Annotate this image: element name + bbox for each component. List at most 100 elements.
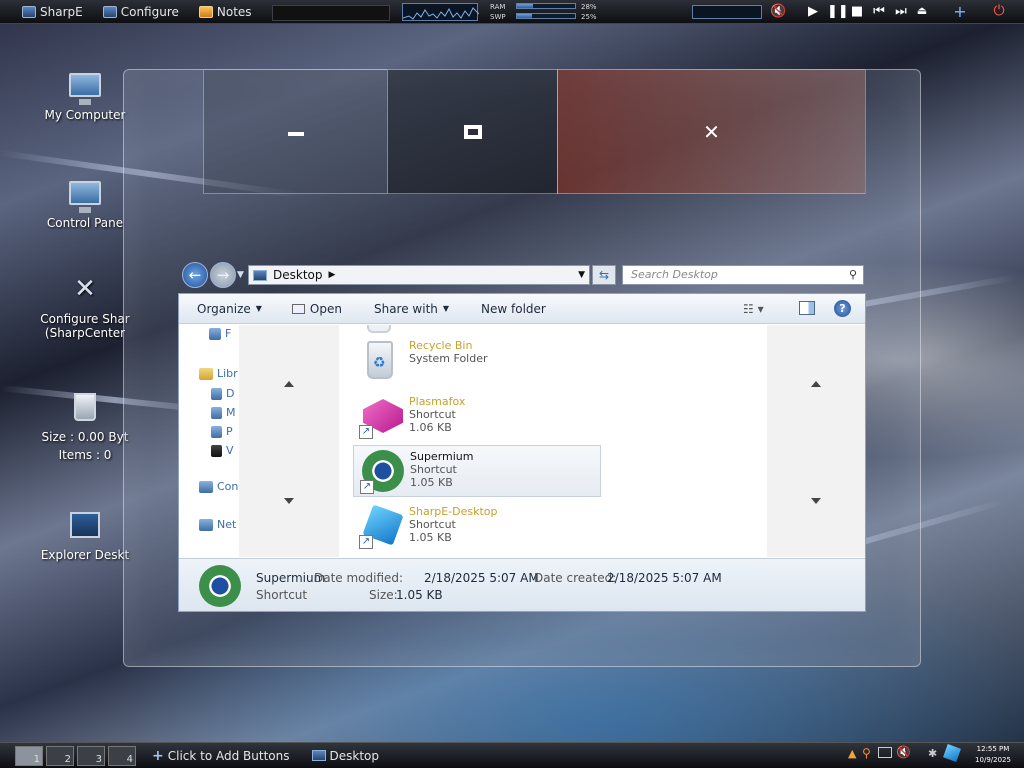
pause-icon[interactable]: ❚❚ [827,4,849,19]
date-created-value: 2/18/2025 5:07 AM [607,571,722,585]
workspace-2[interactable]: 2 [46,745,74,766]
volume-muted-icon[interactable]: 🔇 [896,745,911,759]
computer-icon [199,480,213,493]
close-button[interactable]: ✕ [557,69,866,194]
configure-button[interactable]: Configure [97,1,185,23]
gear-icon[interactable]: ✱ [928,747,937,760]
desktop-task-icon [311,750,326,761]
history-dropdown-icon[interactable]: ▼ [237,270,244,280]
search-input[interactable]: Search Desktop ⚲ [622,265,864,285]
help-icon[interactable]: ? [834,300,851,317]
sharpe-button[interactable]: SharpE [16,1,89,23]
dropdown-arrow-icon: ▼ [442,304,450,313]
scroll-down-icon[interactable] [284,498,294,504]
workspace-4[interactable]: 4 [108,745,136,766]
file-item-sharpe-desktop[interactable]: ↗ SharpE-Desktop Shortcut 1.05 KB [353,501,601,553]
recycle-bin-icon [74,393,96,421]
media-progress[interactable] [692,5,762,19]
organize-button[interactable]: Organize ▼ [179,302,276,316]
plus-icon: + [152,747,164,764]
file-item-supermium[interactable]: ↗ Supermium Shortcut 1.05 KB [353,445,601,497]
notes-button[interactable]: Notes [193,1,258,23]
forward-button[interactable]: → [210,262,236,288]
date-modified-value: 2/18/2025 5:07 AM [424,571,539,585]
plasmafox-icon: ↗ [357,395,403,439]
nav-item-libraries[interactable]: Libr [199,367,238,380]
videos-icon [211,444,222,457]
back-button[interactable]: ← [182,262,208,288]
computer-icon [69,73,101,105]
eject-icon[interactable]: ⏏ [914,4,930,17]
add-icon[interactable]: + [952,2,968,21]
ram-label: RAM [490,3,506,11]
network-tray-icon[interactable] [878,747,892,758]
task-desktop[interactable]: Desktop [311,749,379,763]
dropdown-arrow-icon: ▼ [255,304,262,313]
preview-pane-icon[interactable] [799,301,815,315]
notes-icon [198,5,213,18]
share-with-button[interactable]: Share with ▼ [356,302,463,316]
explorer-window: Organize ▼ Open Share with ▼ New folder ☷ … [178,293,866,612]
breadcrumb-arrow-icon[interactable]: ▶ [329,270,336,280]
maximize-button[interactable] [387,69,558,194]
documents-icon [211,387,222,400]
supermium-icon [199,565,241,607]
workspace-1[interactable]: 1 [15,745,43,766]
sharpe-icon [22,5,36,18]
nav-item-documents[interactable]: D [211,387,234,400]
nav-item-videos[interactable]: V [211,444,234,457]
left-scroll-area[interactable] [239,325,339,557]
ram-meter [516,3,576,9]
sharpe-tray-icon[interactable] [943,744,961,762]
warning-icon[interactable]: ▲ [848,747,856,760]
explorer-icon [70,512,100,538]
file-item-plasmafox[interactable]: ↗ Plasmafox Shortcut 1.06 KB [353,391,601,443]
workspace-3[interactable]: 3 [77,745,105,766]
add-buttons-button[interactable]: + Click to Add Buttons [152,748,290,764]
open-icon [291,303,305,314]
minimize-icon [287,131,304,136]
shortcut-arrow-icon: ↗ [360,480,374,494]
nav-item-music[interactable]: M [211,406,236,419]
search-icon[interactable]: ⚲ [862,746,871,760]
open-button[interactable]: Open [276,302,356,316]
nav-item-computer[interactable]: Con [199,480,238,493]
address-bar[interactable]: Desktop ▶ ▼ [248,265,590,285]
search-icon[interactable]: ⚲ [849,266,857,284]
shortcut-arrow-icon: ↗ [359,535,373,549]
volume-muted-icon[interactable]: 🔇 [770,4,786,19]
clock-time: 12:55 PM [976,745,1010,753]
terminal-input[interactable] [272,5,390,21]
scroll-up-icon[interactable] [811,381,821,387]
nav-item-favorites[interactable]: F [209,327,231,340]
recycle-bin-icon: ♻ [357,339,403,383]
cpu-graph [402,3,480,21]
date-created-label: Date created: [534,571,617,585]
new-folder-button[interactable]: New folder [463,302,560,316]
view-options-icon[interactable]: ☷ ▾ [743,302,764,316]
cpu-graph-line [402,7,480,20]
favorites-icon [209,327,221,340]
network-icon [199,518,213,531]
minimize-button[interactable] [203,69,388,194]
next-icon[interactable]: ⏭ [893,4,909,19]
right-scroll-area[interactable] [767,325,865,557]
stop-icon[interactable]: ■ [849,4,865,19]
nav-item-network[interactable]: Net [199,518,236,531]
desktop-folder-icon [253,269,267,281]
details-file-type: Shortcut [256,588,308,602]
previous-icon[interactable]: ⏮ [871,4,887,19]
power-icon[interactable]: ⏻ [991,3,1007,19]
scroll-down-icon[interactable] [811,498,821,504]
play-icon[interactable]: ▶ [805,4,821,19]
close-icon: ✕ [703,119,720,144]
details-pane: Supermium Shortcut Date modified: 2/18/2… [179,558,865,611]
nav-item-pictures[interactable]: P [211,425,233,438]
file-item-recycle-bin[interactable]: ♻ Recycle Bin System Folder [353,335,601,387]
refresh-button[interactable]: ⇆ [592,265,616,285]
address-dropdown-icon[interactable]: ▼ [578,270,585,280]
music-icon [211,406,222,419]
top-bar: SharpE Configure Notes RAM SWP 28% 25% 🔇… [0,0,1024,24]
scroll-up-icon[interactable] [284,381,294,387]
control-panel-icon [69,181,101,213]
